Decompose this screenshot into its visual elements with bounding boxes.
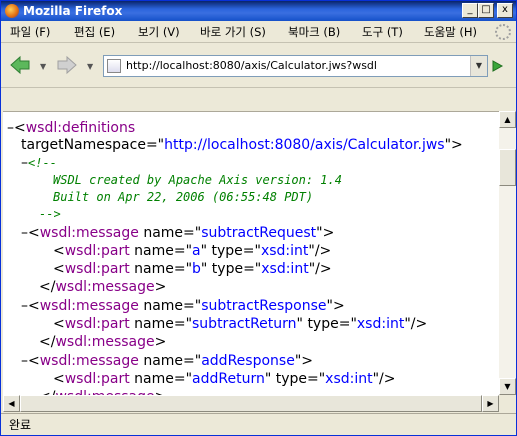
menu-help[interactable]: 도움말 (H) xyxy=(424,25,477,39)
go-button[interactable] xyxy=(488,56,506,76)
page-icon xyxy=(107,59,121,73)
menu-view[interactable]: 보기 (V) xyxy=(138,25,180,39)
target-namespace-line: targetNamespace="http://localhost:8080/a… xyxy=(21,137,463,153)
browser-window: Mozilla Firefox _ □ x 파일 (F) 편집 (E) 보기 (… xyxy=(0,0,517,436)
firefox-icon xyxy=(5,4,19,18)
comment-line-1: WSDL created by Apache Axis version: 1.4 xyxy=(53,173,342,187)
throbber-icon xyxy=(495,24,511,40)
close-button[interactable]: x xyxy=(497,3,513,18)
scroll-left-button[interactable]: ◀ xyxy=(3,395,20,412)
go-arrow-icon xyxy=(492,60,504,72)
vertical-scroll-thumb[interactable] xyxy=(499,149,516,186)
definitions-open-line: –<wsdl:definitions xyxy=(7,120,136,136)
forward-arrow-icon xyxy=(57,55,77,75)
status-bar: 완료 xyxy=(1,413,516,435)
scroll-right-button[interactable]: ▶ xyxy=(482,395,499,412)
back-history-dropdown[interactable]: ▼ xyxy=(40,63,47,71)
url-history-dropdown[interactable]: ▼ xyxy=(470,56,487,76)
comment-open-line: –<!-- xyxy=(21,155,57,171)
collapse-toggle[interactable]: – xyxy=(21,225,28,241)
vertical-scrollbar[interactable]: ▲ ▼ xyxy=(499,111,516,395)
menu-file[interactable]: 파일 (F) xyxy=(10,25,50,39)
scroll-down-button[interactable]: ▼ xyxy=(499,378,516,395)
comment-line-2: Built on Apr 22, 2006 (06:55:48 PDT) xyxy=(53,190,314,204)
scrollbar-corner xyxy=(499,395,516,412)
horizontal-scrollbar[interactable]: ◀ ▶ xyxy=(3,395,499,412)
collapse-toggle[interactable]: – xyxy=(21,155,28,171)
collapse-toggle[interactable]: – xyxy=(7,120,14,136)
comment-close-line: --> xyxy=(39,207,61,221)
address-bar[interactable]: http://localhost:8080/axis/Calculator.jw… xyxy=(103,55,488,77)
maximize-button[interactable]: □ xyxy=(478,3,494,18)
menu-tools[interactable]: 도구 (T) xyxy=(362,25,403,39)
status-text: 완료 xyxy=(9,418,32,432)
minimize-button[interactable]: _ xyxy=(462,3,478,18)
forward-button[interactable] xyxy=(56,54,78,76)
forward-history-dropdown[interactable]: ▼ xyxy=(87,63,94,71)
collapse-toggle[interactable]: – xyxy=(21,353,28,369)
title-bar[interactable]: Mozilla Firefox _ □ x xyxy=(1,1,516,21)
page-content: –<wsdl:definitions targetNamespace="http… xyxy=(3,111,499,395)
menu-edit[interactable]: 편집 (E) xyxy=(74,25,115,39)
window-title: Mozilla Firefox xyxy=(23,4,123,18)
message-open-line: –<wsdl:message name="subtractRequest"> xyxy=(21,225,335,241)
collapse-toggle[interactable]: – xyxy=(21,298,28,314)
definitions-tag: wsdl:definitions xyxy=(25,120,136,136)
message-open-line: –<wsdl:message name="addResponse"> xyxy=(21,353,313,369)
message-open-line: –<wsdl:message name="subtractResponse"> xyxy=(21,298,345,314)
menu-bar: 파일 (F) 편집 (E) 보기 (V) 바로 가기 (S) 북마크 (B) 도… xyxy=(1,21,516,43)
message-close-line: </wsdl:message> xyxy=(39,334,167,350)
menu-go[interactable]: 바로 가기 (S) xyxy=(200,25,266,39)
back-button[interactable] xyxy=(9,54,31,76)
part-line: <wsdl:part name="addReturn" type="xsd:in… xyxy=(53,371,396,387)
url-text[interactable]: http://localhost:8080/axis/Calculator.jw… xyxy=(126,59,377,73)
menu-bookmarks[interactable]: 북마크 (B) xyxy=(288,25,340,39)
message-close-line: </wsdl:message> xyxy=(39,279,167,295)
horizontal-scroll-thumb[interactable] xyxy=(20,395,482,412)
scroll-up-button[interactable]: ▲ xyxy=(499,111,516,128)
back-arrow-icon xyxy=(10,55,30,75)
part-line: <wsdl:part name="subtractReturn" type="x… xyxy=(53,316,428,332)
part-line: <wsdl:part name="b" type="xsd:int"/> xyxy=(53,261,332,277)
part-line: <wsdl:part name="a" type="xsd:int"/> xyxy=(53,243,332,259)
